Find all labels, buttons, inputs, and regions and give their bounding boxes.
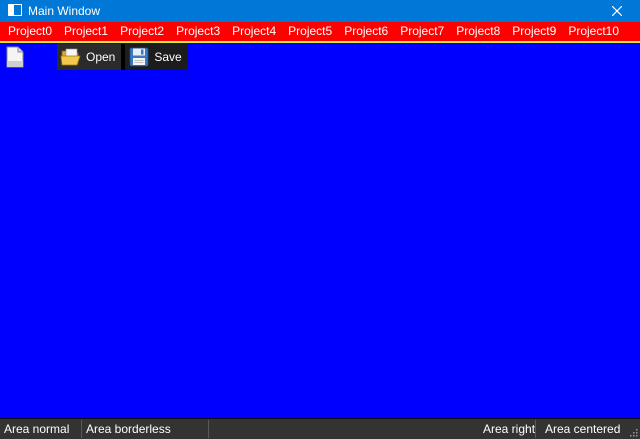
open-button-label: Open bbox=[86, 50, 116, 64]
main-window: Main Window Project0 Project1 Project2 P… bbox=[0, 0, 640, 439]
menu-item-project2[interactable]: Project2 bbox=[112, 22, 168, 41]
menu-item-project6[interactable]: Project6 bbox=[336, 22, 392, 41]
toolbar: Open Save bbox=[57, 44, 188, 70]
folder-open-icon bbox=[60, 48, 81, 66]
menu-item-project4[interactable]: Project4 bbox=[224, 22, 280, 41]
status-area-borderless: Area borderless bbox=[86, 422, 171, 436]
title-bar[interactable]: Main Window bbox=[0, 0, 640, 22]
menu-bar: Project0 Project1 Project2 Project3 Proj… bbox=[0, 22, 640, 41]
status-area-normal: Area normal bbox=[4, 422, 70, 436]
floppy-disk-icon bbox=[129, 47, 149, 67]
status-separator bbox=[535, 420, 536, 438]
status-area-centered: Area centered bbox=[545, 422, 621, 436]
window-title: Main Window bbox=[28, 4, 101, 18]
close-icon bbox=[612, 6, 622, 16]
save-button[interactable]: Save bbox=[125, 44, 188, 70]
resize-grip-icon[interactable] bbox=[628, 427, 638, 437]
open-button[interactable]: Open bbox=[57, 44, 122, 70]
status-separator bbox=[208, 420, 209, 438]
menu-item-project7[interactable]: Project7 bbox=[392, 22, 448, 41]
menu-item-project8[interactable]: Project8 bbox=[448, 22, 504, 41]
menu-item-project10[interactable]: Project10 bbox=[560, 22, 623, 41]
menu-item-project3[interactable]: Project3 bbox=[168, 22, 224, 41]
menu-item-project5[interactable]: Project5 bbox=[280, 22, 336, 41]
status-separator bbox=[81, 420, 82, 438]
menu-separator bbox=[0, 41, 640, 43]
menu-item-project1[interactable]: Project1 bbox=[56, 22, 112, 41]
status-area-right: Area right bbox=[483, 422, 536, 436]
save-button-label: Save bbox=[154, 50, 182, 64]
status-bar: Area normal Area borderless Area right A… bbox=[0, 418, 640, 439]
new-document-button[interactable] bbox=[4, 45, 26, 69]
window-icon bbox=[8, 4, 22, 16]
document-icon bbox=[6, 46, 24, 68]
menu-item-project0[interactable]: Project0 bbox=[0, 22, 56, 41]
close-button[interactable] bbox=[594, 0, 640, 22]
menu-item-project9[interactable]: Project9 bbox=[504, 22, 560, 41]
